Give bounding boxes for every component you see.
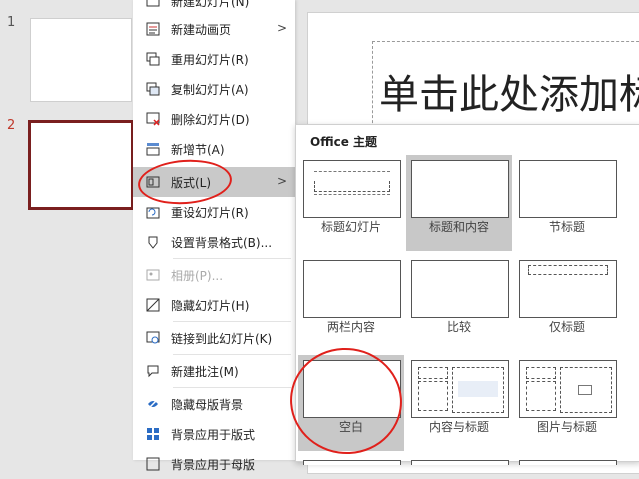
layout-thumbnail [519,360,617,418]
layout-row-partial [406,455,512,465]
menu-item-reuse-slides[interactable]: 重用幻灯片(R) [133,44,295,74]
menu-item-add-section[interactable]: 新增节(A) [133,134,295,164]
menu-item-format-background[interactable]: 设置背景格式(B)... [133,227,295,257]
menu-item-hide-slide[interactable]: 隐藏幻灯片(H) [133,290,295,320]
layout-thumbnail [411,360,509,418]
layout-title-slide[interactable]: 标题幻灯片 [298,155,404,251]
new-comment-icon [145,363,161,379]
slide-thumbnail-2[interactable] [28,120,134,210]
layout-title-only[interactable]: 仅标题 [514,255,620,351]
apply-background-master-icon [145,456,161,472]
link-to-slide-icon [145,330,161,346]
layout-row-partial [298,455,404,465]
menu-item-hide-master-background[interactable]: 隐藏母版背景 [133,389,295,419]
layout-thumbnail [519,160,617,218]
add-section-icon [145,141,161,157]
slide-number-1: 1 [7,15,16,30]
menu-item-apply-background-master[interactable]: 背景应用于母版 [133,449,295,479]
title-placeholder[interactable]: 单击此处添加标 [372,41,639,133]
slide-thumbnails-pane: 1 2 [0,0,134,460]
layout-section-header[interactable]: 节标题 [514,155,620,251]
menu-item-duplicate-slide[interactable]: 复制幻灯片(A) [133,74,295,104]
menu-item-delete-slide[interactable]: 删除幻灯片(D) [133,104,295,134]
submenu-arrow-icon: > [276,21,287,35]
menu-item-new-animation-page[interactable]: 新建动画页 > [133,14,295,44]
new-animation-page-icon [145,21,161,37]
layout-title-and-content[interactable]: 标题和内容 [406,155,512,251]
hide-master-background-icon [145,396,161,412]
menu-separator [173,354,291,355]
layout-row-partial [514,455,620,465]
reset-slide-icon [145,204,161,220]
layout-thumbnail [303,160,401,218]
title-placeholder-text: 单击此处添加标 [379,72,639,118]
duplicate-slide-icon [145,81,161,97]
slide-number-2: 2 [7,118,16,133]
menu-separator [173,321,291,322]
menu-separator [173,387,291,388]
reuse-slides-icon [145,51,161,67]
menu-separator [173,258,291,259]
layout-thumbnail [411,260,509,318]
menu-item-apply-background-layout[interactable]: 背景应用于版式 [133,419,295,449]
apply-background-icon [145,426,161,442]
layout-thumbnail [411,160,509,218]
layout-content-with-caption[interactable]: 内容与标题 [406,355,512,451]
context-menu: 新建幻灯片(N) 新建动画页 > 重用幻灯片(R) 复制幻灯片(A) 删除幻灯片… [133,0,295,472]
layout-picture-with-caption[interactable]: 图片与标题 [514,355,620,451]
delete-slide-icon [145,111,161,127]
picture-placeholder-icon [578,385,592,395]
new-slide-icon [145,0,161,9]
layout-comparison[interactable]: 比较 [406,255,512,351]
layout-thumbnail [303,460,401,465]
layout-thumbnail [303,260,401,318]
content-placeholder-icons [458,381,498,397]
hide-slide-icon [145,297,161,313]
layout-two-content[interactable]: 两栏内容 [298,255,404,351]
format-background-icon [145,234,161,250]
slide-thumbnail-1[interactable] [30,18,132,102]
menu-item-link-to-slide[interactable]: 链接到此幻灯片(K) [133,323,295,353]
menu-item-photo-album: 相册(P)... [133,260,295,290]
gallery-title: Office 主题 [310,135,378,149]
submenu-arrow-icon: > [276,174,287,188]
layout-thumbnail [519,460,617,465]
layout-thumbnail [411,460,509,465]
menu-item-new-comment[interactable]: 新建批注(M) [133,356,295,386]
photo-album-icon [145,267,161,283]
layout-thumbnail [519,260,617,318]
